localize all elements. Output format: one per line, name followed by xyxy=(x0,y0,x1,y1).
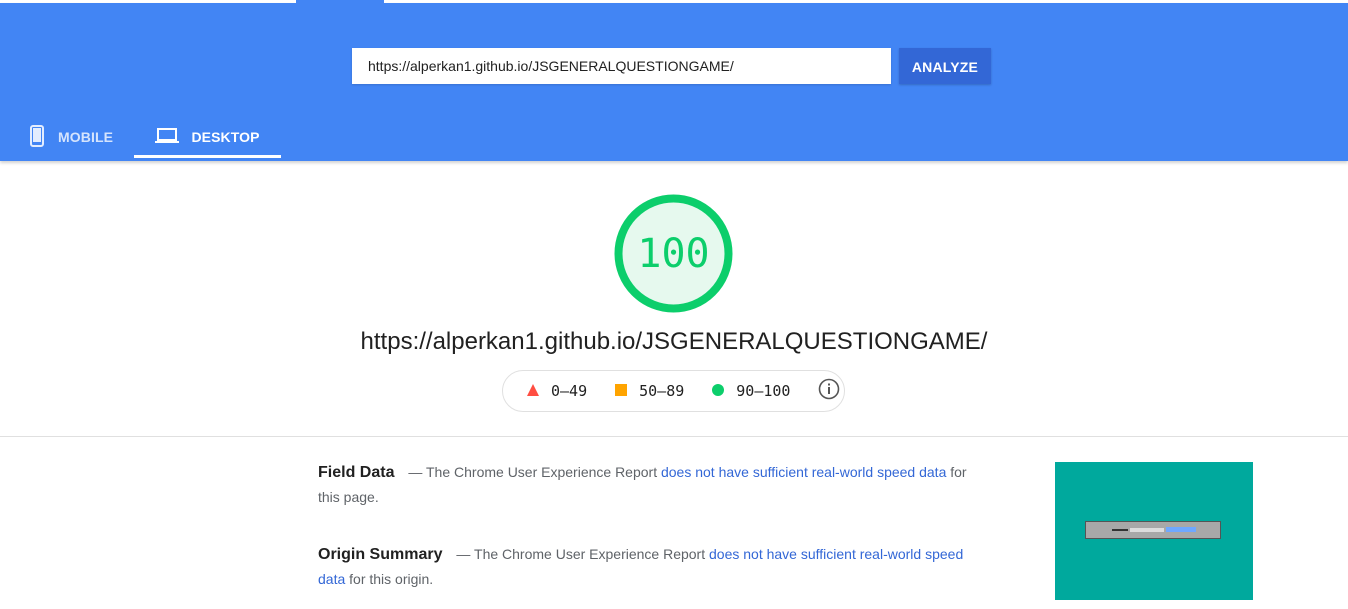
legend-item-average: 50–89 xyxy=(615,382,684,400)
legend-label-pass: 90–100 xyxy=(736,382,791,400)
origin-summary-tail: for this origin. xyxy=(349,571,434,587)
field-data-link[interactable]: does not have sufficient real-world spee… xyxy=(661,464,946,480)
thumbnail-form-bar xyxy=(1085,521,1221,539)
legend-item-fail: 0–49 xyxy=(527,382,587,400)
tab-desktop-label: DESKTOP xyxy=(191,129,260,145)
field-data-text: — The Chrome User Experience Report xyxy=(408,464,658,480)
thumbnail-button xyxy=(1166,527,1196,532)
field-data-section: Field Data — The Chrome User Experience … xyxy=(318,460,978,510)
thumbnail-field xyxy=(1130,528,1164,532)
laptop-icon xyxy=(155,127,180,147)
phone-icon xyxy=(28,124,46,150)
score-legend: 0–49 50–89 90–100 xyxy=(502,370,845,412)
tab-mobile[interactable]: MOBILE xyxy=(28,116,134,158)
analyze-button[interactable]: ANALYZE xyxy=(899,48,991,84)
origin-summary-section: Origin Summary — The Chrome User Experie… xyxy=(318,542,978,592)
info-icon[interactable] xyxy=(818,378,840,404)
green-circle-icon xyxy=(712,382,725,400)
url-input[interactable] xyxy=(352,48,891,84)
score-value: 100 xyxy=(637,230,710,277)
tab-underline xyxy=(134,155,281,158)
origin-summary-text: — The Chrome User Experience Report xyxy=(456,546,706,562)
legend-label-average: 50–89 xyxy=(639,382,685,400)
thumbnail-label xyxy=(1112,529,1128,531)
analyzed-url: https://alperkan1.github.io/JSGENERALQUE… xyxy=(360,328,988,355)
field-data-heading: Field Data xyxy=(318,464,395,481)
orange-square-icon xyxy=(615,382,628,400)
section-divider xyxy=(0,436,1348,437)
tab-desktop[interactable]: DESKTOP xyxy=(134,116,281,158)
page-screenshot-thumbnail xyxy=(1055,462,1253,600)
legend-label-fail: 0–49 xyxy=(551,382,588,400)
red-triangle-icon xyxy=(527,382,539,400)
origin-summary-heading: Origin Summary xyxy=(318,546,443,563)
tab-mobile-label: MOBILE xyxy=(58,129,114,145)
legend-item-pass: 90–100 xyxy=(712,382,790,400)
top-indicator xyxy=(296,0,384,3)
